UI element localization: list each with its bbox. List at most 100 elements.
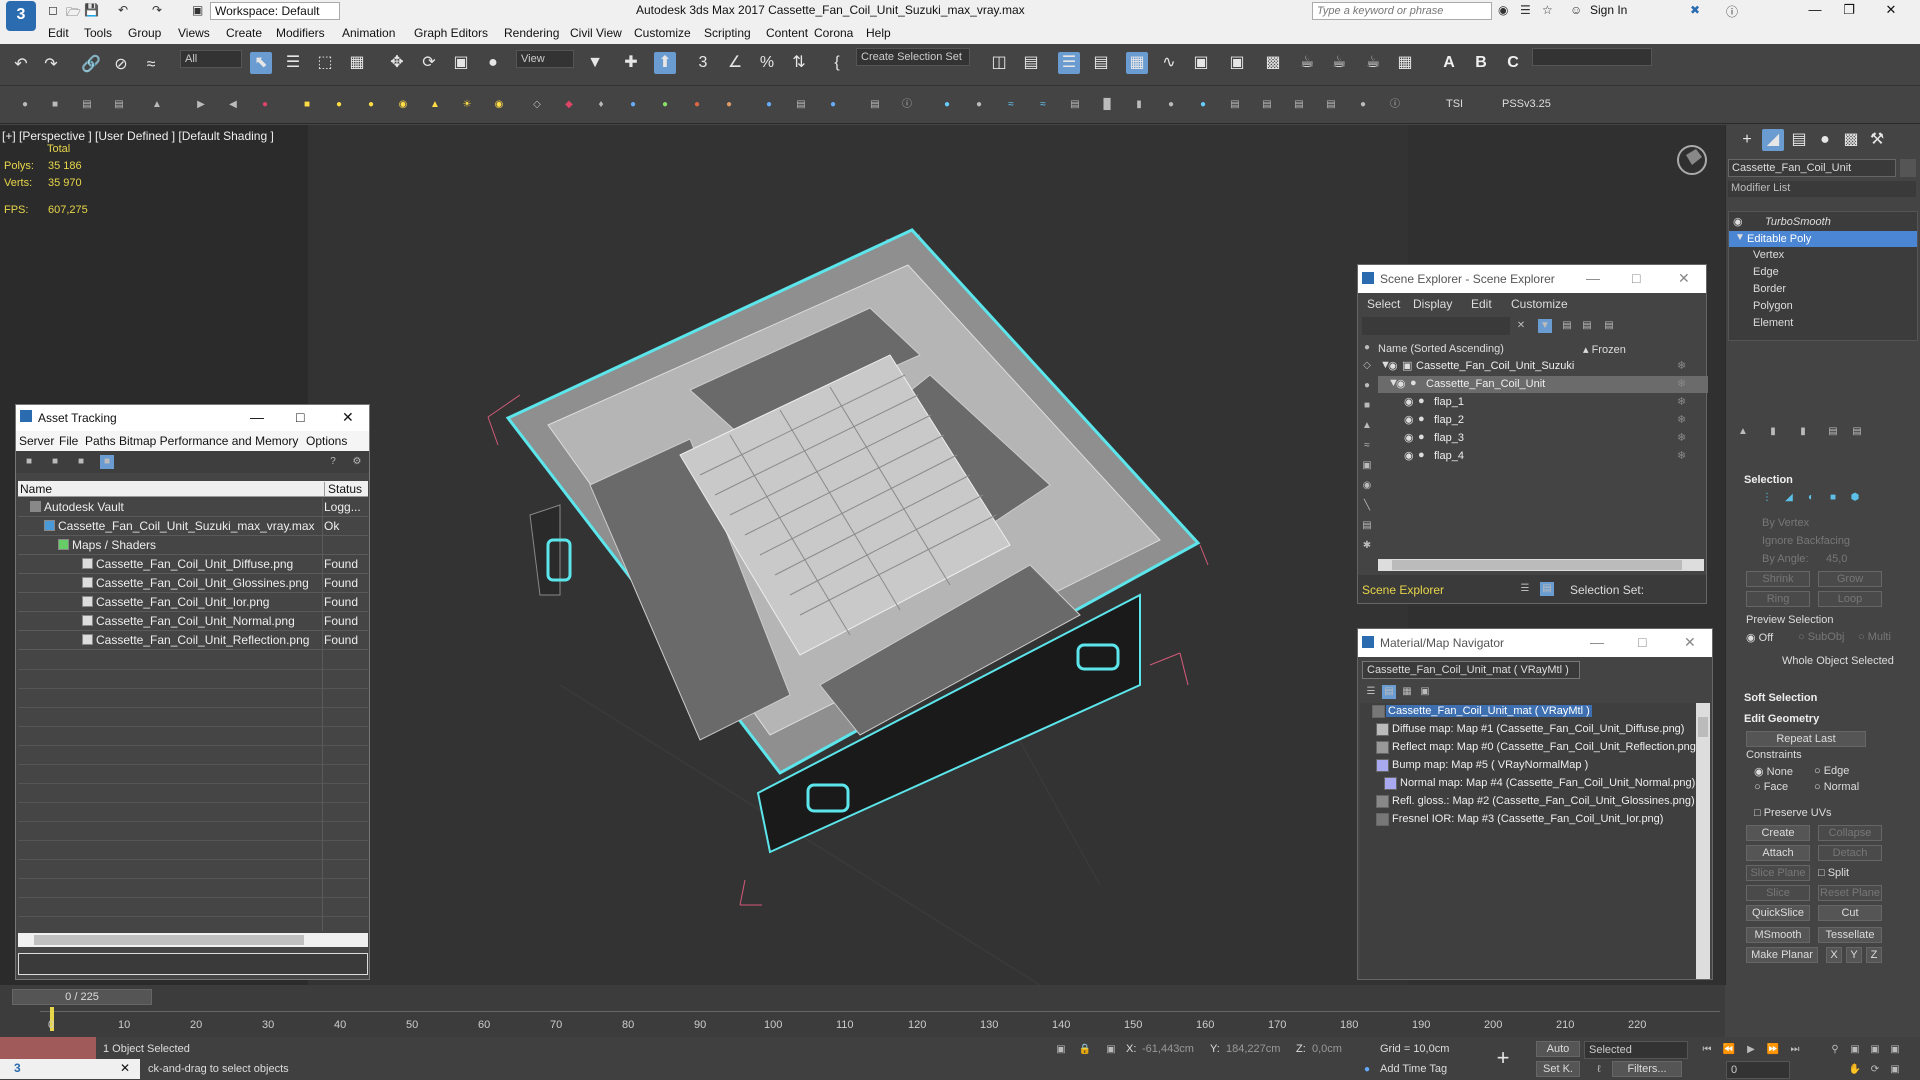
cameras-filter-icon[interactable]: ■ (1360, 399, 1374, 413)
tool-icon-6[interactable]: ▶ (194, 98, 208, 112)
selection-lock-icon[interactable]: 🔒 (1078, 1043, 1092, 1057)
asset-row[interactable]: Cassette_Fan_Coil_Unit_Suzuki_max_vray.m… (18, 517, 368, 536)
by-angle-spinner[interactable]: 45,0 (1826, 553, 1847, 565)
make-unique-icon[interactable]: ▮ (1796, 425, 1810, 439)
undo-icon[interactable]: ↶ (118, 3, 128, 17)
modifier-list-dropdown[interactable]: Modifier List (1728, 181, 1916, 197)
constraint-face-radio[interactable]: ○ Face (1754, 781, 1788, 793)
menu-modifiers[interactable]: Modifiers (276, 26, 325, 40)
col-frozen[interactable]: ▴ Frozen (1583, 343, 1626, 356)
asset-help-icon[interactable]: ? (326, 455, 340, 469)
reset-plane-button[interactable]: Reset Plane (1818, 885, 1882, 901)
toolbar-extra-dropdown[interactable] (1532, 48, 1652, 66)
box-icon[interactable]: ■ (300, 98, 314, 112)
workspace-dropdown[interactable]: Workspace: Default (210, 2, 340, 20)
slice-button[interactable]: Slice (1746, 885, 1810, 901)
tsi-button[interactable]: TSI (1446, 98, 1463, 110)
menu-file[interactable]: File (59, 434, 78, 448)
close-icon[interactable]: ✕ (1684, 634, 1696, 651)
sub-object-polygon[interactable]: Polygon (1753, 300, 1793, 312)
menu-help[interactable]: Help (866, 26, 891, 40)
asset-tool-icon-2[interactable]: ■ (48, 455, 62, 469)
sign-in-link[interactable]: Sign In (1590, 3, 1627, 17)
tool-icon-4[interactable]: ▤ (112, 98, 126, 112)
star-icon[interactable]: ☆ (1542, 3, 1553, 17)
quickslice-button[interactable]: QuickSlice (1746, 905, 1810, 921)
planar-z-button[interactable]: Z (1866, 947, 1882, 963)
asset-row[interactable]: Cassette_Fan_Coil_Unit_Ior.png Found (18, 593, 368, 612)
tool-icon-9[interactable]: ◇ (530, 98, 544, 112)
menu-civil-view[interactable]: Civil View (570, 26, 622, 40)
link-icon[interactable]: 🔗 (80, 54, 102, 76)
msmooth-button[interactable]: MSmooth (1746, 927, 1810, 943)
visibility-icon[interactable]: ◉ (1388, 359, 1398, 372)
pivot-icon[interactable]: ▼ (584, 52, 606, 74)
display-tab-icon[interactable]: ▩ (1840, 129, 1862, 151)
mirror-icon[interactable]: ◫ (988, 52, 1010, 74)
tool-icon-21[interactable]: ● (940, 98, 954, 112)
named-selection-dropdown[interactable]: Create Selection Set (856, 48, 970, 66)
stack-item-editable-poly[interactable]: ▼ Editable Poly (1729, 231, 1917, 247)
orbit-icon[interactable]: ⟳ (1868, 1063, 1882, 1077)
tool-icon-26[interactable]: █ (1100, 98, 1114, 112)
menu-display[interactable]: Display (1413, 297, 1452, 311)
preview-multi-radio[interactable]: ○ Multi (1858, 631, 1891, 643)
cut-button[interactable]: Cut (1818, 905, 1882, 921)
cylinder-icon[interactable]: ◉ (396, 98, 410, 112)
tree-item[interactable]: ▼ ◉ ▣ Cassette_Fan_Coil_Unit_Suzuki ❄ (1378, 358, 1708, 375)
add-time-tag-button[interactable]: Add Time Tag (1380, 1063, 1447, 1075)
display-all-icon[interactable]: ▤ (1360, 519, 1374, 533)
close-icon[interactable]: ✕ (1876, 2, 1906, 18)
tree-item-selected[interactable]: ▼ ◉ ● Cassette_Fan_Coil_Unit ❄ (1378, 376, 1708, 393)
scene-search-input[interactable] (1362, 317, 1510, 335)
tool-icon-12[interactable]: ● (626, 98, 640, 112)
layers-icon[interactable]: ☰ (1518, 582, 1532, 596)
redo-icon[interactable]: ↷ (40, 54, 62, 76)
move-icon[interactable]: ✥ (386, 52, 408, 74)
minimize-icon[interactable]: — (1590, 634, 1604, 650)
tool-icon-31[interactable]: ▤ (1260, 98, 1274, 112)
preview-subobj-radio[interactable]: ○ SubObj (1798, 631, 1844, 643)
project-icon[interactable]: ▣ (192, 3, 203, 17)
menu-customize[interactable]: Customize (634, 26, 691, 40)
edit-named-selection-icon[interactable]: { (826, 52, 848, 74)
close-icon[interactable]: ✕ (342, 409, 354, 426)
tool-icon-32[interactable]: ▤ (1292, 98, 1306, 112)
tool-icon-24[interactable]: ≈ (1036, 98, 1050, 112)
asset-row[interactable]: Cassette_Fan_Coil_Unit_Reflection.png Fou… (18, 631, 368, 650)
rectangular-selection-icon[interactable]: ⬚ (314, 52, 336, 74)
exchange-icon[interactable]: ✖ (1690, 3, 1700, 17)
selection-set-icon[interactable]: ▤ (1540, 582, 1554, 596)
x-coord-field[interactable]: -61,443cm (1142, 1043, 1194, 1055)
geometry-filter-icon[interactable]: ● (1360, 341, 1374, 355)
tool-icon-8[interactable]: ● (258, 98, 272, 112)
render-iterative-icon[interactable]: ☕ (1328, 52, 1350, 74)
rotate-icon[interactable]: ⟳ (418, 52, 440, 74)
xrefs-filter-icon[interactable]: ◉ (1360, 479, 1374, 493)
lock-icon[interactable]: ▤ (1560, 319, 1574, 333)
placement-icon[interactable]: ● (482, 52, 504, 74)
clear-search-icon[interactable]: ✕ (1514, 319, 1528, 333)
tool-icon-10[interactable]: ◆ (562, 98, 576, 112)
asset-row[interactable]: Autodesk Vault Logg... (18, 498, 368, 517)
planar-y-button[interactable]: Y (1846, 947, 1862, 963)
tool-icon-20[interactable]: ⓘ (900, 98, 914, 112)
soft-selection-rollout-header[interactable]: Soft Selection (1744, 692, 1817, 704)
menu-rendering[interactable]: Rendering (504, 26, 559, 40)
zoom-all-icon[interactable]: ▣ (1848, 1043, 1862, 1057)
helpers-filter-icon[interactable]: ▲ (1360, 419, 1374, 433)
scale-icon[interactable]: ▣ (450, 52, 472, 74)
tool-icon-17[interactable]: ▤ (794, 98, 808, 112)
border-mode-icon[interactable]: ◐ (1804, 491, 1818, 505)
planar-x-button[interactable]: X (1826, 947, 1842, 963)
angle-snap-icon[interactable]: ∠ (724, 52, 746, 74)
large-icons-view-icon[interactable]: ▣ (1418, 685, 1432, 699)
geosphere-icon[interactable]: ● (364, 98, 378, 112)
tool-icon-15[interactable]: ● (722, 98, 736, 112)
sub-object-vertex[interactable]: Vertex (1753, 249, 1784, 261)
lights-filter-icon[interactable]: ● (1360, 379, 1374, 393)
freeze-icon[interactable]: ❄ (1677, 449, 1686, 462)
menu-edit[interactable]: Edit (1471, 297, 1492, 311)
scrollbar-thumb[interactable] (1392, 560, 1682, 570)
hierarchy-tab-icon[interactable]: ▤ (1788, 129, 1810, 151)
